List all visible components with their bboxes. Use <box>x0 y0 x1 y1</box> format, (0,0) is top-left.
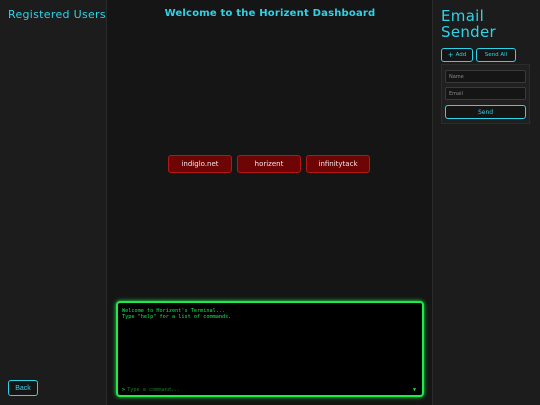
page-title: Welcome to the Horizent Dashboard <box>164 8 376 19</box>
email-sender-title: Email Sender <box>441 7 496 41</box>
back-button[interactable]: Back <box>8 380 38 396</box>
terminal: Welcome to Horizent's Terminal... Type "… <box>116 301 424 397</box>
add-label: Add <box>455 52 467 58</box>
caret-down-icon: ▼ <box>412 387 416 393</box>
registered-users-title: Registered Users <box>8 8 106 21</box>
terminal-command-input[interactable] <box>127 387 413 393</box>
email-card: Send <box>441 64 530 124</box>
terminal-input-row: > ▼ <box>122 386 416 394</box>
plus-icon: + <box>447 50 454 59</box>
send-all-button[interactable]: Send All <box>476 48 516 62</box>
email-field[interactable] <box>445 87 526 100</box>
add-button[interactable]: + Add <box>441 48 473 62</box>
prompt-symbol: > <box>122 387 126 393</box>
name-field[interactable] <box>445 70 526 83</box>
terminal-line: Type "help" for a list of commands. <box>122 314 232 320</box>
domain-button-horizent[interactable]: horizent <box>237 155 301 173</box>
domain-button-infinitytack[interactable]: infinitytack <box>306 155 370 173</box>
domain-button-row: indiglo.net horizent infinitytack <box>168 155 370 173</box>
send-button[interactable]: Send <box>445 105 526 119</box>
email-action-row: + Add Send All <box>441 48 516 62</box>
email-sender-panel: Email Sender + Add Send All <box>432 0 540 405</box>
registered-users-panel: Registered Users Back <box>0 0 107 405</box>
domain-button-indiglo[interactable]: indiglo.net <box>168 155 232 173</box>
